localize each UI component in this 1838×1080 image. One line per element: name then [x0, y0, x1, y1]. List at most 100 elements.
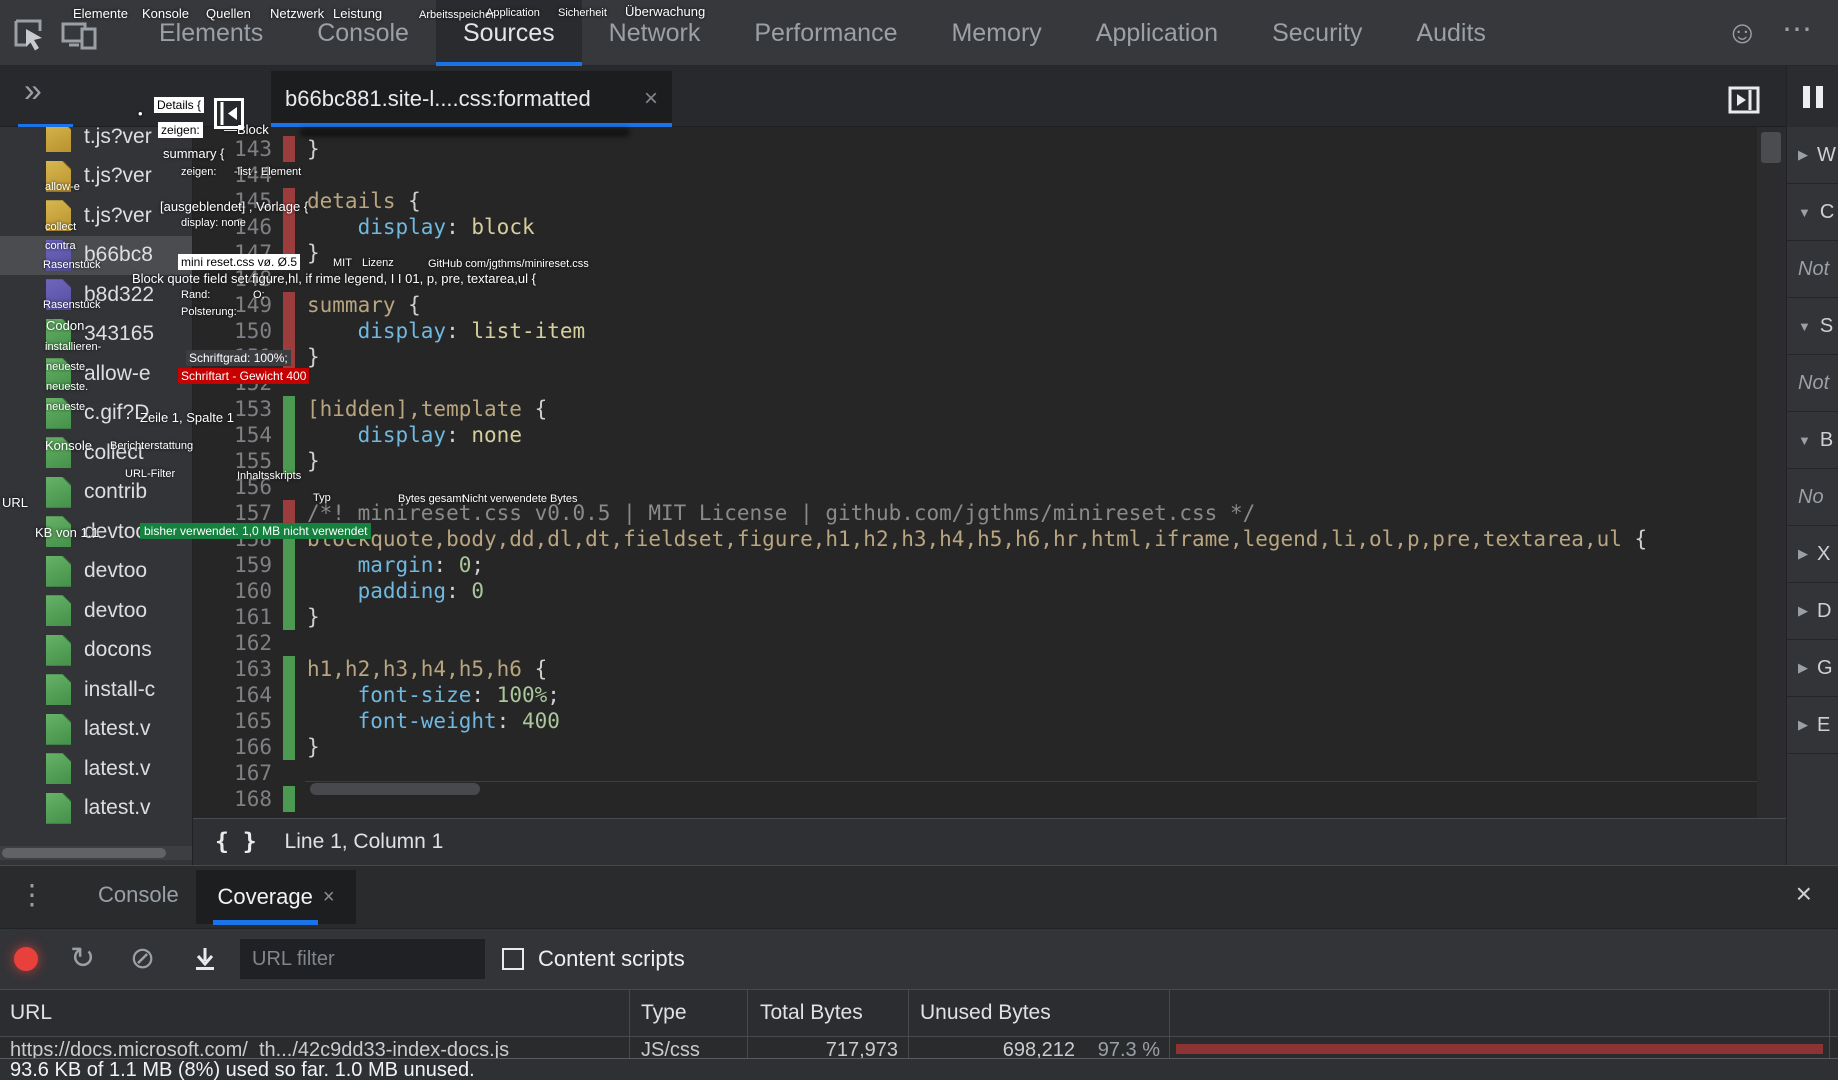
tab-elements[interactable]: Elements — [132, 0, 290, 66]
tab-coverage[interactable]: Coverage × — [196, 870, 356, 924]
sidebar-horizontal-scrollbar[interactable] — [0, 846, 192, 860]
file-row[interactable]: t.js?ver — [0, 127, 192, 157]
line-number[interactable]: 162 — [193, 630, 272, 656]
column-header-unused-bytes[interactable]: Unused Bytes — [920, 1001, 1051, 1025]
line-number[interactable]: 150 — [193, 318, 272, 344]
line-number[interactable]: 145 — [193, 188, 272, 214]
line-number[interactable]: 148 — [193, 266, 272, 292]
line-number[interactable]: 163 — [193, 656, 272, 682]
line-number[interactable]: 146 — [193, 214, 272, 240]
file-row[interactable]: latest.v — [0, 749, 192, 789]
line-number[interactable]: 144 — [193, 162, 272, 188]
line-number[interactable]: 166 — [193, 734, 272, 760]
file-row[interactable]: 343165 — [0, 315, 192, 355]
pretty-print-icon[interactable]: { } — [215, 829, 257, 855]
debugger-section[interactable]: ▶ W — [1787, 127, 1838, 184]
line-number[interactable]: 159 — [193, 552, 272, 578]
line-number[interactable]: 147 — [193, 240, 272, 266]
editor-horizontal-scroll-track[interactable] — [305, 781, 1757, 798]
file-tab[interactable]: b66bc881.site-l....css:formatted × — [271, 71, 672, 127]
debugger-section[interactable]: ▶ X — [1787, 526, 1838, 583]
tab-sources[interactable]: Sources — [435, 0, 582, 66]
line-number[interactable]: 168 — [193, 786, 272, 812]
line-number[interactable]: 149 — [193, 292, 272, 318]
line-number[interactable]: 158 — [193, 526, 272, 552]
file-row[interactable]: devtoo — [0, 512, 192, 552]
device-toolbar-icon[interactable] — [60, 15, 98, 53]
file-row[interactable]: allow-e — [0, 354, 192, 394]
navigator-sidebar: t.js?ver t.js?ver t.js?ver b66bc8 b8d322 3431… — [0, 127, 193, 865]
debugger-section[interactable]: No — [1787, 469, 1838, 526]
line-number[interactable]: 156 — [193, 474, 272, 500]
sidebar-scrollbar-thumb[interactable] — [2, 848, 166, 858]
line-number[interactable]: 151 — [193, 344, 272, 370]
tab-console[interactable]: Console — [98, 882, 179, 908]
file-row[interactable]: b8d322 — [0, 275, 192, 315]
tab-performance[interactable]: Performance — [727, 0, 924, 66]
drawer-menu-icon[interactable]: ⋮ — [18, 878, 46, 911]
line-number[interactable]: 164 — [193, 682, 272, 708]
record-coverage-button[interactable] — [14, 947, 38, 971]
file-row[interactable]: latest.v — [0, 789, 192, 829]
tab-application[interactable]: Application — [1069, 0, 1245, 66]
pause-script-button[interactable] — [1787, 66, 1838, 127]
hide-navigator-icon[interactable] — [214, 98, 244, 129]
file-row[interactable]: t.js?ver — [0, 196, 192, 236]
tab-coverage-label: Coverage — [217, 884, 313, 909]
content-scripts-checkbox[interactable] — [502, 948, 524, 970]
tab-coverage-close-icon[interactable]: × — [323, 886, 335, 909]
file-tab-close-icon[interactable]: × — [636, 85, 658, 113]
debugger-section[interactable]: ▶ G — [1787, 640, 1838, 697]
drawer-close-icon[interactable]: × — [1796, 878, 1812, 910]
tab-console[interactable]: Console — [290, 0, 436, 66]
file-row[interactable]: c.gif?D — [0, 394, 192, 434]
url-filter-input[interactable] — [240, 939, 485, 979]
file-row[interactable]: devtoo — [0, 552, 192, 592]
file-row[interactable]: latest.v — [0, 710, 192, 750]
debugger-section[interactable]: ▼ B — [1787, 412, 1838, 469]
feedback-smiley-icon[interactable]: ☺ — [1726, 14, 1759, 51]
file-row[interactable]: devtoo — [0, 591, 192, 631]
column-header-total-bytes[interactable]: Total Bytes — [760, 1001, 863, 1025]
file-row[interactable]: collect — [0, 433, 192, 473]
reload-icon[interactable]: ↻ — [70, 944, 95, 974]
debugger-section[interactable]: ▶ E — [1787, 697, 1838, 754]
devtools-menu-icon[interactable]: ⋯ — [1782, 12, 1814, 47]
toggle-debugger-sidebar-icon[interactable] — [1728, 86, 1760, 114]
line-number[interactable]: 152 — [193, 370, 272, 396]
file-row[interactable]: contrib — [0, 473, 192, 513]
line-number[interactable]: 161 — [193, 604, 272, 630]
inspect-icon[interactable] — [10, 15, 48, 53]
debugger-section[interactable]: Not — [1787, 241, 1838, 298]
debugger-section[interactable]: ▼ S — [1787, 298, 1838, 355]
debugger-section[interactable]: ▶ D — [1787, 583, 1838, 640]
file-row[interactable]: b66bc8 — [0, 235, 192, 275]
tab-audits[interactable]: Audits — [1389, 0, 1512, 66]
file-row[interactable]: install-c — [0, 670, 192, 710]
tab-memory[interactable]: Memory — [924, 0, 1068, 66]
line-number[interactable]: 157 — [193, 500, 272, 526]
line-number[interactable]: 165 — [193, 708, 272, 734]
editor-horizontal-scroll-thumb[interactable] — [310, 783, 480, 795]
export-download-icon[interactable] — [192, 946, 218, 972]
editor-vertical-scrollbar[interactable] — [1757, 127, 1786, 818]
column-header-type[interactable]: Type — [641, 1001, 687, 1025]
tab-security[interactable]: Security — [1245, 0, 1389, 66]
more-tabs-chevron-icon[interactable]: » — [24, 72, 42, 109]
line-number[interactable]: 154 — [193, 422, 272, 448]
file-row[interactable]: t.js?ver — [0, 157, 192, 197]
line-number[interactable]: 155 — [193, 448, 272, 474]
line-number[interactable]: 160 — [193, 578, 272, 604]
line-number[interactable]: 167 — [193, 760, 272, 786]
file-row[interactable]: docons — [0, 631, 192, 671]
line-number[interactable]: 143 — [193, 136, 272, 162]
coverage-table-row[interactable]: https://docs.microsoft.com/_th.../42c9dd… — [0, 1037, 1838, 1058]
file-icon-other — [46, 476, 71, 508]
line-number[interactable]: 153 — [193, 396, 272, 422]
tab-network[interactable]: Network — [582, 0, 728, 66]
clear-icon[interactable]: ⊘ — [130, 944, 155, 974]
column-header-url[interactable]: URL — [10, 1001, 52, 1025]
debugger-section[interactable]: ▼ C — [1787, 184, 1838, 241]
debugger-section[interactable]: Not — [1787, 355, 1838, 412]
editor-vertical-scroll-thumb[interactable] — [1761, 132, 1781, 163]
